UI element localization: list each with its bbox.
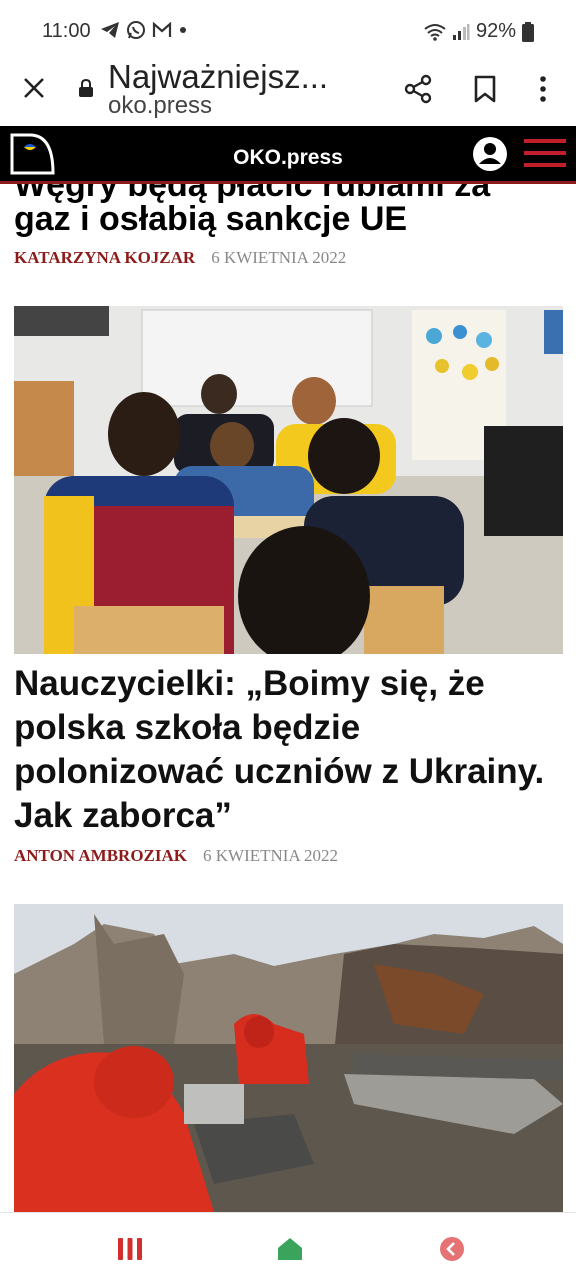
article-headline[interactable]: gaz i osłabią sankcje UE xyxy=(14,198,407,240)
share-button[interactable] xyxy=(399,70,437,108)
home-button[interactable] xyxy=(270,1231,310,1267)
wifi-icon xyxy=(424,23,446,41)
account-button[interactable] xyxy=(472,136,508,172)
back-button[interactable] xyxy=(432,1231,472,1267)
lock-icon xyxy=(78,78,94,103)
close-button[interactable] xyxy=(16,70,52,106)
more-icon xyxy=(540,76,546,102)
article-author[interactable]: ANTON AMBROZIAK xyxy=(14,846,187,866)
site-header: OKO.press xyxy=(0,126,576,184)
status-time: 11:00 xyxy=(42,20,91,42)
battery-level: 92% xyxy=(475,20,516,42)
bookmark-button[interactable] xyxy=(468,70,502,108)
gmail-icon xyxy=(152,22,172,37)
recent-apps-button[interactable] xyxy=(110,1231,150,1267)
dot-icon xyxy=(180,27,186,33)
telegram-icon xyxy=(101,22,119,38)
menu-icon xyxy=(524,163,566,167)
back-icon xyxy=(440,1237,464,1261)
share-icon xyxy=(404,74,432,104)
notification-icons xyxy=(100,20,188,40)
article-image[interactable] xyxy=(14,306,563,654)
page-url[interactable]: oko.press xyxy=(108,92,212,120)
system-navigation-bar xyxy=(0,1212,576,1280)
classroom-photo xyxy=(14,306,563,654)
browser-toolbar: Najważniejsz... oko.press xyxy=(0,58,576,126)
home-icon xyxy=(278,1238,302,1260)
signal-icon xyxy=(452,23,470,40)
page-title[interactable]: Najważniejsz... xyxy=(108,58,328,96)
article-date: 6 KWIETNIA 2022 xyxy=(211,248,347,267)
article-feed: Węgry będą płacić rublami za gaz i osłab… xyxy=(0,184,576,1212)
menu-icon xyxy=(524,139,566,143)
system-icons: 92% xyxy=(424,20,534,43)
article-author[interactable]: KATARZYNA KOJZAR xyxy=(14,248,195,268)
menu-icon xyxy=(524,151,566,155)
close-icon xyxy=(24,78,44,98)
article-meta: KATARZYNA KOJZAR 6 KWIETNIA 2022 xyxy=(14,248,346,268)
battery-icon xyxy=(522,21,534,42)
article-image[interactable] xyxy=(14,904,563,1212)
bookmark-icon xyxy=(474,75,496,103)
status-bar: 11:00 92% xyxy=(0,0,576,62)
more-options-button[interactable] xyxy=(528,70,558,108)
article-meta: ANTON AMBROZIAK 6 KWIETNIA 2022 xyxy=(14,846,338,866)
user-icon xyxy=(473,137,507,171)
menu-button[interactable] xyxy=(524,136,566,172)
recent-apps-icon xyxy=(118,1238,142,1260)
whatsapp-icon xyxy=(127,21,145,39)
article-date: 6 KWIETNIA 2022 xyxy=(203,846,339,865)
article-headline[interactable]: Nauczycielki: „Boimy się, że polska szko… xyxy=(14,662,559,838)
ruins-photo xyxy=(14,904,563,1212)
